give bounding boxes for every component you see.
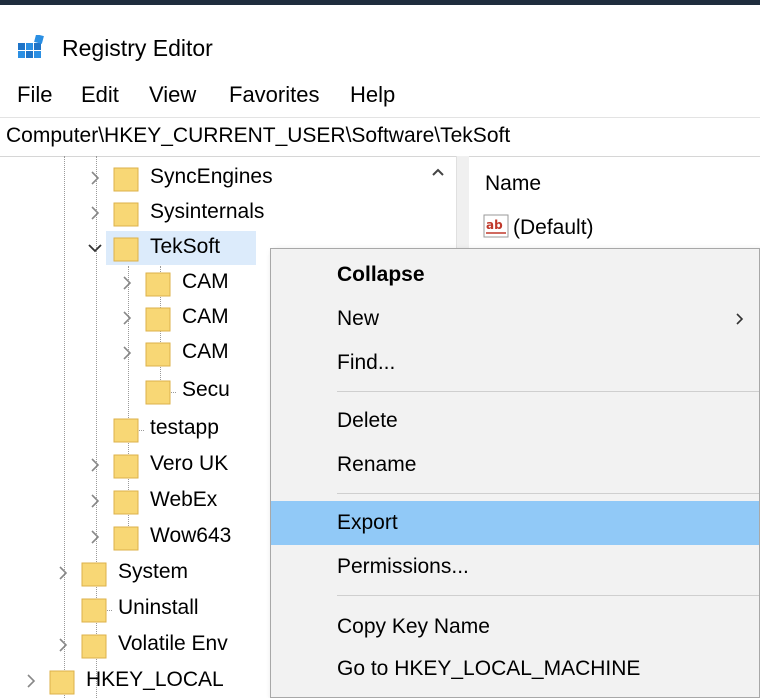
tree-item-label: Volatile Env — [118, 632, 228, 655]
folder-icon — [80, 632, 108, 660]
menu-item-label: Copy Key Name — [337, 615, 490, 638]
menu-item-label: New — [337, 307, 380, 330]
title-bar[interactable]: Registry Editor — [0, 5, 760, 69]
menu-help[interactable]: Help — [350, 82, 395, 108]
menu-item-label: Collapse — [337, 263, 425, 286]
tree-item-label: System — [118, 560, 189, 583]
tree-item-label: HKEY_LOCAL — [86, 668, 224, 691]
string-value-icon: ab — [483, 214, 509, 238]
menu-item-label: Permissions... — [337, 555, 469, 578]
tree-item-label: SyncEngines — [150, 165, 273, 188]
folder-icon — [80, 596, 108, 624]
menu-item-label: Export — [337, 511, 398, 534]
folder-icon — [48, 668, 76, 696]
column-header-name[interactable]: Name — [485, 172, 541, 196]
tree-item-label: TekSoft — [150, 235, 221, 258]
registry-editor-icon — [17, 34, 47, 63]
tree-leaf-connector — [118, 382, 136, 400]
tree-leaf-connector — [54, 600, 72, 618]
menu-item-new[interactable]: New — [271, 297, 759, 341]
chevron-right-icon[interactable] — [54, 564, 72, 582]
tree-item-label: Vero UK — [150, 452, 229, 475]
svg-text:ab: ab — [486, 218, 503, 232]
address-bar[interactable]: Computer\HKEY_CURRENT_USER\Software\TekS… — [0, 117, 760, 157]
folder-icon — [112, 235, 140, 263]
menu-separator — [337, 493, 759, 494]
menu-view[interactable]: View — [149, 82, 196, 108]
menu-item-label: Delete — [337, 409, 398, 432]
chevron-down-icon[interactable] — [86, 239, 104, 257]
chevron-right-icon[interactable] — [22, 672, 40, 690]
menu-item-find[interactable]: Find... — [271, 341, 759, 385]
menu-item-delete[interactable]: Delete — [271, 399, 759, 443]
menu-item-label: Rename — [337, 453, 417, 476]
menu-item-rename[interactable]: Rename — [271, 443, 759, 487]
chevron-right-icon[interactable] — [118, 274, 136, 292]
folder-icon — [112, 165, 140, 193]
menu-bar: File Edit View Favorites Help — [0, 77, 760, 111]
menu-item-permissions[interactable]: Permissions... — [271, 545, 759, 589]
menu-edit[interactable]: Edit — [81, 82, 119, 108]
menu-item-copy-key-name[interactable]: Copy Key Name — [271, 605, 759, 649]
menu-favorites[interactable]: Favorites — [229, 82, 319, 108]
menu-item-export[interactable]: Export — [271, 501, 759, 545]
chevron-right-icon[interactable] — [54, 636, 72, 654]
tree-item-label: CAM — [182, 340, 229, 363]
folder-icon — [112, 200, 140, 228]
menu-item-label: Find... — [337, 351, 396, 374]
context-menu: Collapse New Find... Delete Rename Expor… — [270, 248, 760, 698]
folder-icon — [144, 270, 172, 298]
tree-item[interactable]: TekSoft — [106, 231, 256, 265]
scroll-up-button[interactable] — [428, 162, 448, 182]
folder-icon — [112, 416, 140, 444]
tree-item-label: Secu — [182, 378, 230, 401]
chevron-right-icon — [733, 311, 747, 327]
tree-leaf-connector — [86, 420, 104, 438]
chevron-right-icon[interactable] — [118, 309, 136, 327]
menu-item-collapse[interactable]: Collapse — [271, 253, 759, 297]
value-row-default[interactable]: (Default) — [513, 216, 594, 240]
folder-icon — [112, 488, 140, 516]
chevron-up-icon — [432, 168, 444, 176]
chevron-right-icon[interactable] — [86, 204, 104, 222]
chevron-right-icon[interactable] — [86, 492, 104, 510]
menu-item-goto-hklm[interactable]: Go to HKEY_LOCAL_MACHINE — [271, 647, 759, 691]
tree-item-label: CAM — [182, 305, 229, 328]
folder-icon — [112, 452, 140, 480]
address-path[interactable]: Computer\HKEY_CURRENT_USER\Software\TekS… — [6, 124, 510, 148]
tree-item-label: testapp — [150, 416, 219, 439]
chevron-right-icon[interactable] — [86, 456, 104, 474]
tree-item-label: CAM — [182, 270, 229, 293]
folder-icon — [80, 560, 108, 588]
folder-icon — [112, 524, 140, 552]
menu-item-label: Go to HKEY_LOCAL_MACHINE — [337, 657, 641, 680]
folder-icon — [144, 378, 172, 406]
menu-separator — [337, 595, 759, 596]
folder-icon — [144, 340, 172, 368]
menu-file[interactable]: File — [17, 82, 52, 108]
tree-item-label: WebEx — [150, 488, 218, 511]
menu-separator — [337, 391, 759, 392]
folder-icon — [144, 305, 172, 333]
chevron-right-icon[interactable] — [86, 169, 104, 187]
tree-item-label: Wow643 — [150, 524, 232, 547]
chevron-right-icon[interactable] — [86, 528, 104, 546]
tree-item-label: Sysinternals — [150, 200, 265, 223]
tree-item-label: Uninstall — [118, 596, 199, 619]
window-title: Registry Editor — [62, 35, 213, 61]
chevron-right-icon[interactable] — [118, 344, 136, 362]
